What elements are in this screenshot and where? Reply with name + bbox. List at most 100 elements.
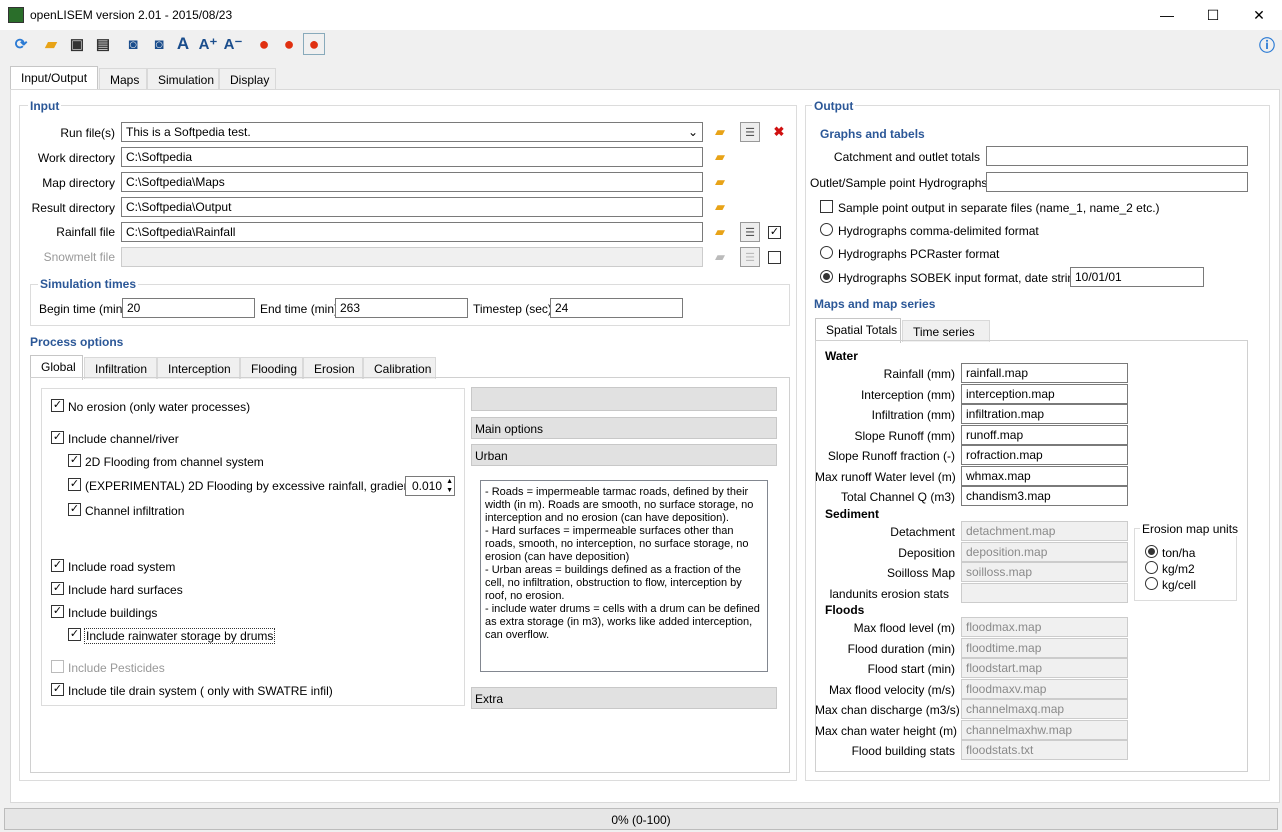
open-rainfall-icon[interactable]: ▰ <box>710 222 730 242</box>
sobek-radio[interactable] <box>820 270 833 283</box>
road-checkbox[interactable]: ✓ <box>51 559 64 572</box>
tile-drain-label: Include tile drain system ( only with SW… <box>68 684 333 698</box>
flood-field[interactable]: floodstart.map <box>961 658 1128 678</box>
flood-field[interactable]: floodstats.txt <box>961 740 1128 760</box>
sediment-field[interactable]: detachment.map <box>961 521 1128 541</box>
sediment-label: landunits erosion stats <box>829 587 949 601</box>
save-as-icon[interactable]: ▤ <box>92 33 114 55</box>
screenshot-icon[interactable]: ◙ <box>122 33 144 55</box>
water-field[interactable]: whmax.map <box>961 466 1128 486</box>
timestep-label: Timestep (sec) <box>473 302 552 316</box>
unit-kgm2-radio[interactable] <box>1145 561 1158 574</box>
open-resultdir-icon[interactable]: ▰ <box>710 197 730 217</box>
close-button[interactable]: ✕ <box>1236 0 1282 30</box>
no-erosion-checkbox[interactable]: ✓ <box>51 399 64 412</box>
view-snowmelt-icon[interactable]: ☰ <box>740 247 760 267</box>
urban-header[interactable]: Urban <box>471 444 777 466</box>
separate-files-checkbox[interactable] <box>820 200 833 213</box>
catchment-totals-field[interactable] <box>986 146 1248 166</box>
font-decrease-icon[interactable]: A⁻ <box>222 33 244 55</box>
sediment-field[interactable]: deposition.map <box>961 542 1128 562</box>
outlet-hydrographs-field[interactable] <box>986 172 1248 192</box>
tab-simulation[interactable]: Simulation <box>147 68 219 90</box>
tab-erosion[interactable]: Erosion <box>303 357 363 379</box>
tab-interception[interactable]: Interception <box>157 357 240 379</box>
snowmelt-checkbox[interactable] <box>768 251 781 264</box>
resultdir-field[interactable]: C:\Softpedia\Output <box>121 197 703 217</box>
info-icon[interactable]: ⓘ <box>1256 33 1278 55</box>
snowmelt-field[interactable] <box>121 247 703 267</box>
sediment-field[interactable] <box>961 583 1128 603</box>
unit-kgcell-radio[interactable] <box>1145 577 1158 590</box>
drums-checkbox[interactable]: ✓ <box>68 628 81 641</box>
run-icon[interactable]: ● <box>253 33 275 55</box>
view-rainfall-icon[interactable]: ☰ <box>740 222 760 242</box>
maximize-button[interactable]: ☐ <box>1190 0 1236 30</box>
gradient-spinbox[interactable]: 0.010 ▲ ▼ <box>405 476 455 496</box>
water-field[interactable]: rainfall.map <box>961 363 1128 383</box>
open-workdir-icon[interactable]: ▰ <box>710 147 730 167</box>
extra-header[interactable]: Extra <box>471 687 777 709</box>
begin-time-field[interactable]: 20 <box>122 298 255 318</box>
minimize-button[interactable]: — <box>1144 0 1190 30</box>
csv-radio[interactable] <box>820 223 833 236</box>
font-icon[interactable]: A <box>172 33 194 55</box>
open-mapdir-icon[interactable]: ▰ <box>710 172 730 192</box>
water-field[interactable]: chandism3.map <box>961 486 1128 506</box>
tile-drain-checkbox[interactable]: ✓ <box>51 683 64 696</box>
tab-flooding[interactable]: Flooding <box>240 357 303 379</box>
flood-field[interactable]: channelmaxhw.map <box>961 720 1128 740</box>
tab-display[interactable]: Display <box>219 68 276 90</box>
tab-time-series[interactable]: Time series <box>902 320 990 342</box>
water-field[interactable]: rofraction.map <box>961 445 1128 465</box>
channel-label: Include channel/river <box>68 432 179 446</box>
buildings-checkbox[interactable]: ✓ <box>51 605 64 618</box>
runfile-value: This is a Softpedia test. <box>126 125 251 139</box>
open-runfile-icon[interactable]: ▰ <box>710 122 730 142</box>
spin-arrows-icon[interactable]: ▲ ▼ <box>446 477 453 495</box>
flood-field[interactable]: floodmax.map <box>961 617 1128 637</box>
flood-channel-checkbox[interactable]: ✓ <box>68 454 81 467</box>
rainfall-field[interactable]: C:\Softpedia\Rainfall <box>121 222 703 242</box>
tab-calibration[interactable]: Calibration <box>363 357 436 379</box>
pause-icon[interactable]: ● <box>278 33 300 55</box>
flood-field[interactable]: channelmaxq.map <box>961 699 1128 719</box>
stop-icon[interactable]: ● <box>303 33 325 55</box>
sobek-date-field[interactable]: 10/01/01 <box>1070 267 1204 287</box>
flood-rain-checkbox[interactable]: ✓ <box>68 478 81 491</box>
tab-input-output[interactable]: Input/Output <box>10 66 98 91</box>
mapdir-field[interactable]: C:\Softpedia\Maps <box>121 172 703 192</box>
font-increase-icon[interactable]: A⁺ <box>197 33 219 55</box>
drums-label: Include rainwater storage by drums <box>84 628 276 644</box>
channel-infil-checkbox[interactable]: ✓ <box>68 503 81 516</box>
sediment-field[interactable]: soilloss.map <box>961 562 1128 582</box>
water-field[interactable]: infiltration.map <box>961 404 1128 424</box>
open-folder-icon[interactable]: ▰ <box>40 33 62 55</box>
water-field[interactable]: interception.map <box>961 384 1128 404</box>
open-snowmelt-icon[interactable]: ▰ <box>710 247 730 267</box>
process-tabbar: Global Infiltration Interception Floodin… <box>30 355 450 380</box>
main-options-header[interactable]: Main options <box>471 417 777 439</box>
rainfall-checkbox[interactable]: ✓ <box>768 226 781 239</box>
flood-field[interactable]: floodmaxv.map <box>961 679 1128 699</box>
tab-maps[interactable]: Maps <box>99 68 147 90</box>
end-time-field[interactable]: 263 <box>335 298 468 318</box>
pcraster-radio[interactable] <box>820 246 833 259</box>
screenshot-multi-icon[interactable]: ◙ <box>148 33 170 55</box>
workdir-field[interactable]: C:\Softpedia <box>121 147 703 167</box>
end-time-label: End time (min) <box>260 302 339 316</box>
water-field[interactable]: runoff.map <box>961 425 1128 445</box>
runfile-combo[interactable]: This is a Softpedia test. ⌄ <box>121 122 703 142</box>
channel-checkbox[interactable]: ✓ <box>51 431 64 444</box>
hard-surfaces-checkbox[interactable]: ✓ <box>51 582 64 595</box>
edit-runfile-icon[interactable]: ☰ <box>740 122 760 142</box>
pesticides-checkbox[interactable] <box>51 660 64 673</box>
refresh-icon[interactable]: ⟳ <box>10 33 32 55</box>
save-icon[interactable]: ▣ <box>66 33 88 55</box>
toolbox-blank-header[interactable] <box>471 387 777 411</box>
tab-infiltration[interactable]: Infiltration <box>84 357 157 379</box>
timestep-field[interactable]: 24 <box>550 298 683 318</box>
flood-field[interactable]: floodtime.map <box>961 638 1128 658</box>
unit-tonha-radio[interactable] <box>1145 545 1158 558</box>
delete-runfile-icon[interactable]: ✖ <box>769 122 789 142</box>
